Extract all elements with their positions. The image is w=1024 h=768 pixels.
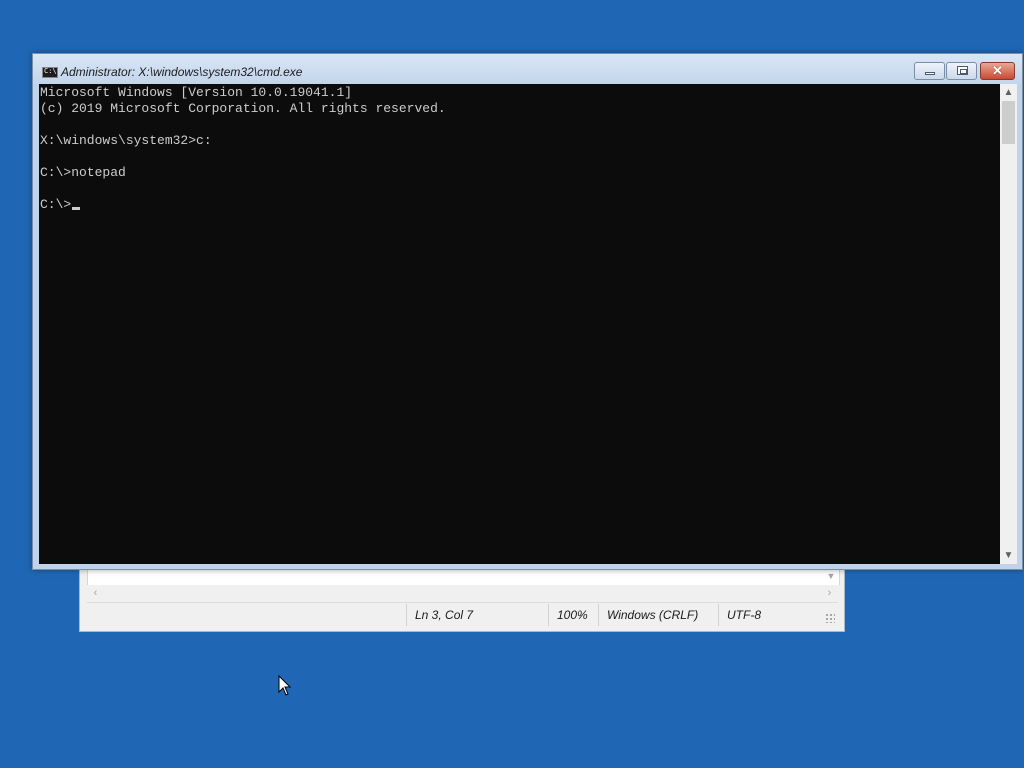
console-line: Microsoft Windows [Version 10.0.19041.1] — [40, 85, 353, 100]
notepad-window[interactable]: ▼ ‹ › Ln 3, Col 7 100% Windows (CRLF) UT… — [79, 560, 845, 632]
minimize-icon — [925, 72, 935, 75]
minimize-button[interactable] — [914, 62, 945, 80]
maximize-button[interactable] — [946, 62, 977, 80]
console-vertical-scrollbar[interactable]: ▲ ▼ — [1000, 84, 1017, 564]
status-cursor-position: Ln 3, Col 7 — [406, 604, 548, 626]
scroll-right-icon[interactable]: › — [821, 585, 838, 602]
status-line-ending: Windows (CRLF) — [598, 604, 718, 626]
restore-icon — [957, 66, 968, 75]
close-button[interactable]: ✕ — [980, 62, 1015, 80]
scroll-up-icon[interactable]: ▲ — [1000, 84, 1017, 101]
console-line: X:\windows\system32>c: — [40, 133, 212, 148]
console-line: (c) 2019 Microsoft Corporation. All righ… — [40, 101, 446, 116]
close-icon: ✕ — [992, 63, 1003, 78]
scroll-down-icon[interactable]: ▼ — [825, 570, 837, 582]
prompt-line[interactable]: C:\> — [40, 197, 81, 213]
scroll-left-icon[interactable]: ‹ — [87, 585, 104, 602]
cmd-window[interactable]: Administrator: X:\windows\system32\cmd.e… — [32, 53, 1023, 570]
status-zoom: 100% — [548, 604, 598, 626]
resize-grip-icon[interactable] — [825, 613, 835, 623]
title-bar[interactable]: Administrator: X:\windows\system32\cmd.e… — [33, 54, 1022, 84]
window-title: Administrator: X:\windows\system32\cmd.e… — [61, 65, 303, 79]
notepad-horizontal-scrollbar[interactable]: ‹ › — [87, 585, 838, 603]
scroll-down-icon[interactable]: ▼ — [1000, 547, 1017, 564]
notepad-status-bar: Ln 3, Col 7 100% Windows (CRLF) UTF-8 — [87, 604, 838, 626]
text-cursor — [72, 207, 81, 210]
console-line: C:\>notepad — [40, 165, 126, 180]
mouse-pointer-icon — [278, 675, 292, 696]
scrollbar-thumb[interactable] — [1002, 101, 1015, 144]
console-output[interactable]: Microsoft Windows [Version 10.0.19041.1]… — [39, 84, 1000, 564]
prompt-text: C:\> — [40, 197, 72, 212]
console-icon[interactable] — [42, 67, 58, 78]
status-encoding: UTF-8 — [718, 604, 828, 626]
